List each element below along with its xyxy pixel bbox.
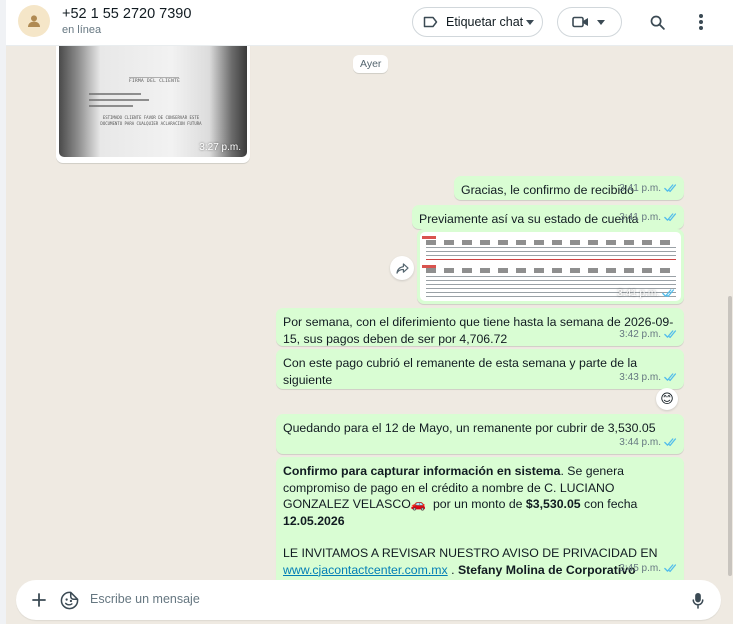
whatsapp-window: +52 1 55 2720 7390 en línea Etiquetar ch… — [0, 0, 733, 624]
message-text: Previamente así va su estado de cuenta — [419, 212, 639, 226]
outgoing-message[interactable]: Confirmo para capturar información en si… — [276, 457, 684, 580]
sticker-icon — [60, 591, 78, 609]
outgoing-image-message[interactable]: 3:41 p.m. — [417, 229, 684, 304]
contact-avatar[interactable] — [18, 5, 50, 37]
message-input[interactable]: Escribe un mensaje — [90, 592, 200, 606]
receipt-heading: FIRMA DEL CLIENTE — [129, 79, 181, 84]
outgoing-message[interactable]: Quedando para el 12 de Mayo, un remanent… — [276, 414, 684, 454]
message-meta: 3:43 p.m. — [619, 370, 678, 387]
chat-header: +52 1 55 2720 7390 en línea Etiquetar ch… — [6, 0, 733, 46]
message-time: 3:42 p.m. — [619, 328, 661, 340]
composer-bar: Escribe un mensaje — [6, 580, 733, 624]
message-list[interactable]: FIRMA DEL CLIENTE ESTIMADO CLIENTE FAVOR… — [6, 46, 727, 580]
search-icon — [650, 15, 665, 30]
message-time: 3:41 p.m. — [619, 211, 661, 223]
outgoing-message[interactable]: Con este pago cubrió el remanente de est… — [276, 349, 684, 389]
message-text: Quedando para el 12 de Mayo, un remanent… — [283, 421, 656, 435]
outgoing-message[interactable]: Gracias, le confirmo de recibido 3:41 p.… — [454, 176, 684, 200]
message-meta: 3:41 p.m. — [617, 288, 676, 299]
menu-button[interactable] — [690, 11, 712, 33]
message-time: 3:41 p.m. — [617, 288, 659, 299]
contact-name[interactable]: +52 1 55 2720 7390 — [62, 6, 191, 22]
message-time: 3:44 p.m. — [619, 436, 661, 448]
message-bold-text: Confirmo para capturar información en si… — [283, 464, 561, 478]
outgoing-message[interactable]: Por semana, con el diferimiento que tien… — [276, 308, 684, 346]
message-time: 3:45 p.m. — [619, 562, 661, 574]
amount-text: $3,530.05 — [525, 497, 581, 511]
message-text: Con este pago cubrió el remanente de est… — [283, 356, 638, 387]
label-chat-button[interactable]: Etiquetar chat — [412, 7, 543, 37]
plus-icon — [32, 593, 46, 607]
message-meta: 3:45 p.m. — [619, 561, 678, 578]
tag-icon — [423, 16, 438, 28]
more-vertical-icon — [699, 14, 703, 30]
message-text: Gracias, le confirmo de recibido — [461, 183, 634, 197]
read-ticks-icon — [664, 438, 677, 447]
chat-scrollbar[interactable] — [727, 46, 733, 580]
video-call-icon — [572, 16, 588, 28]
message-time: 3:43 p.m. — [619, 371, 661, 383]
contact-status: en línea — [62, 24, 102, 36]
message-time: 3:27 p.m. — [199, 142, 241, 153]
receipt-photo[interactable]: FIRMA DEL CLIENTE ESTIMADO CLIENTE FAVOR… — [59, 46, 247, 157]
forward-button[interactable] — [390, 256, 414, 280]
label-chat-text: Etiquetar chat — [446, 15, 524, 29]
message-meta: 3:44 p.m. — [619, 435, 678, 452]
video-call-button[interactable] — [557, 7, 622, 37]
message-meta: 3:41 p.m. — [619, 210, 678, 227]
day-separator: Ayer — [353, 55, 389, 73]
chevron-down-icon — [597, 20, 605, 25]
car-emoji: 🚗 — [410, 497, 427, 511]
sticker-button[interactable] — [58, 589, 80, 611]
read-ticks-icon — [662, 289, 675, 298]
user-avatar-icon — [28, 15, 40, 27]
receipt-footer: ESTIMADO CLIENTE FAVOR DE CONSERVAR ESTE… — [100, 115, 202, 126]
read-ticks-icon — [664, 564, 677, 573]
privacy-link[interactable]: www.cjacontactcenter.com.mx — [283, 563, 448, 577]
message-time: 3:41 p.m. — [619, 182, 661, 194]
scrollbar-thumb[interactable] — [728, 296, 732, 576]
read-ticks-icon — [664, 184, 677, 193]
incoming-image-message[interactable]: FIRMA DEL CLIENTE ESTIMADO CLIENTE FAVOR… — [56, 46, 250, 163]
date-text: 12.05.2026 — [283, 513, 345, 528]
outgoing-message[interactable]: Previamente así va su estado de cuenta 3… — [412, 205, 684, 229]
search-button[interactable] — [646, 11, 668, 33]
chevron-down-icon — [526, 20, 534, 25]
read-ticks-icon — [664, 373, 677, 382]
read-ticks-icon — [664, 330, 677, 339]
message-text: Confirmo para capturar información en si… — [283, 464, 638, 528]
microphone-icon — [692, 592, 704, 609]
message-meta: 3:42 p.m. — [619, 327, 678, 344]
message-meta: 3:41 p.m. — [619, 181, 678, 198]
forward-icon — [395, 262, 409, 274]
attach-button[interactable] — [28, 589, 50, 611]
voice-message-button[interactable] — [687, 589, 709, 611]
message-reaction[interactable]: 😊 — [656, 388, 678, 410]
read-ticks-icon — [664, 213, 677, 222]
composer-box: Escribe un mensaje — [16, 580, 721, 620]
